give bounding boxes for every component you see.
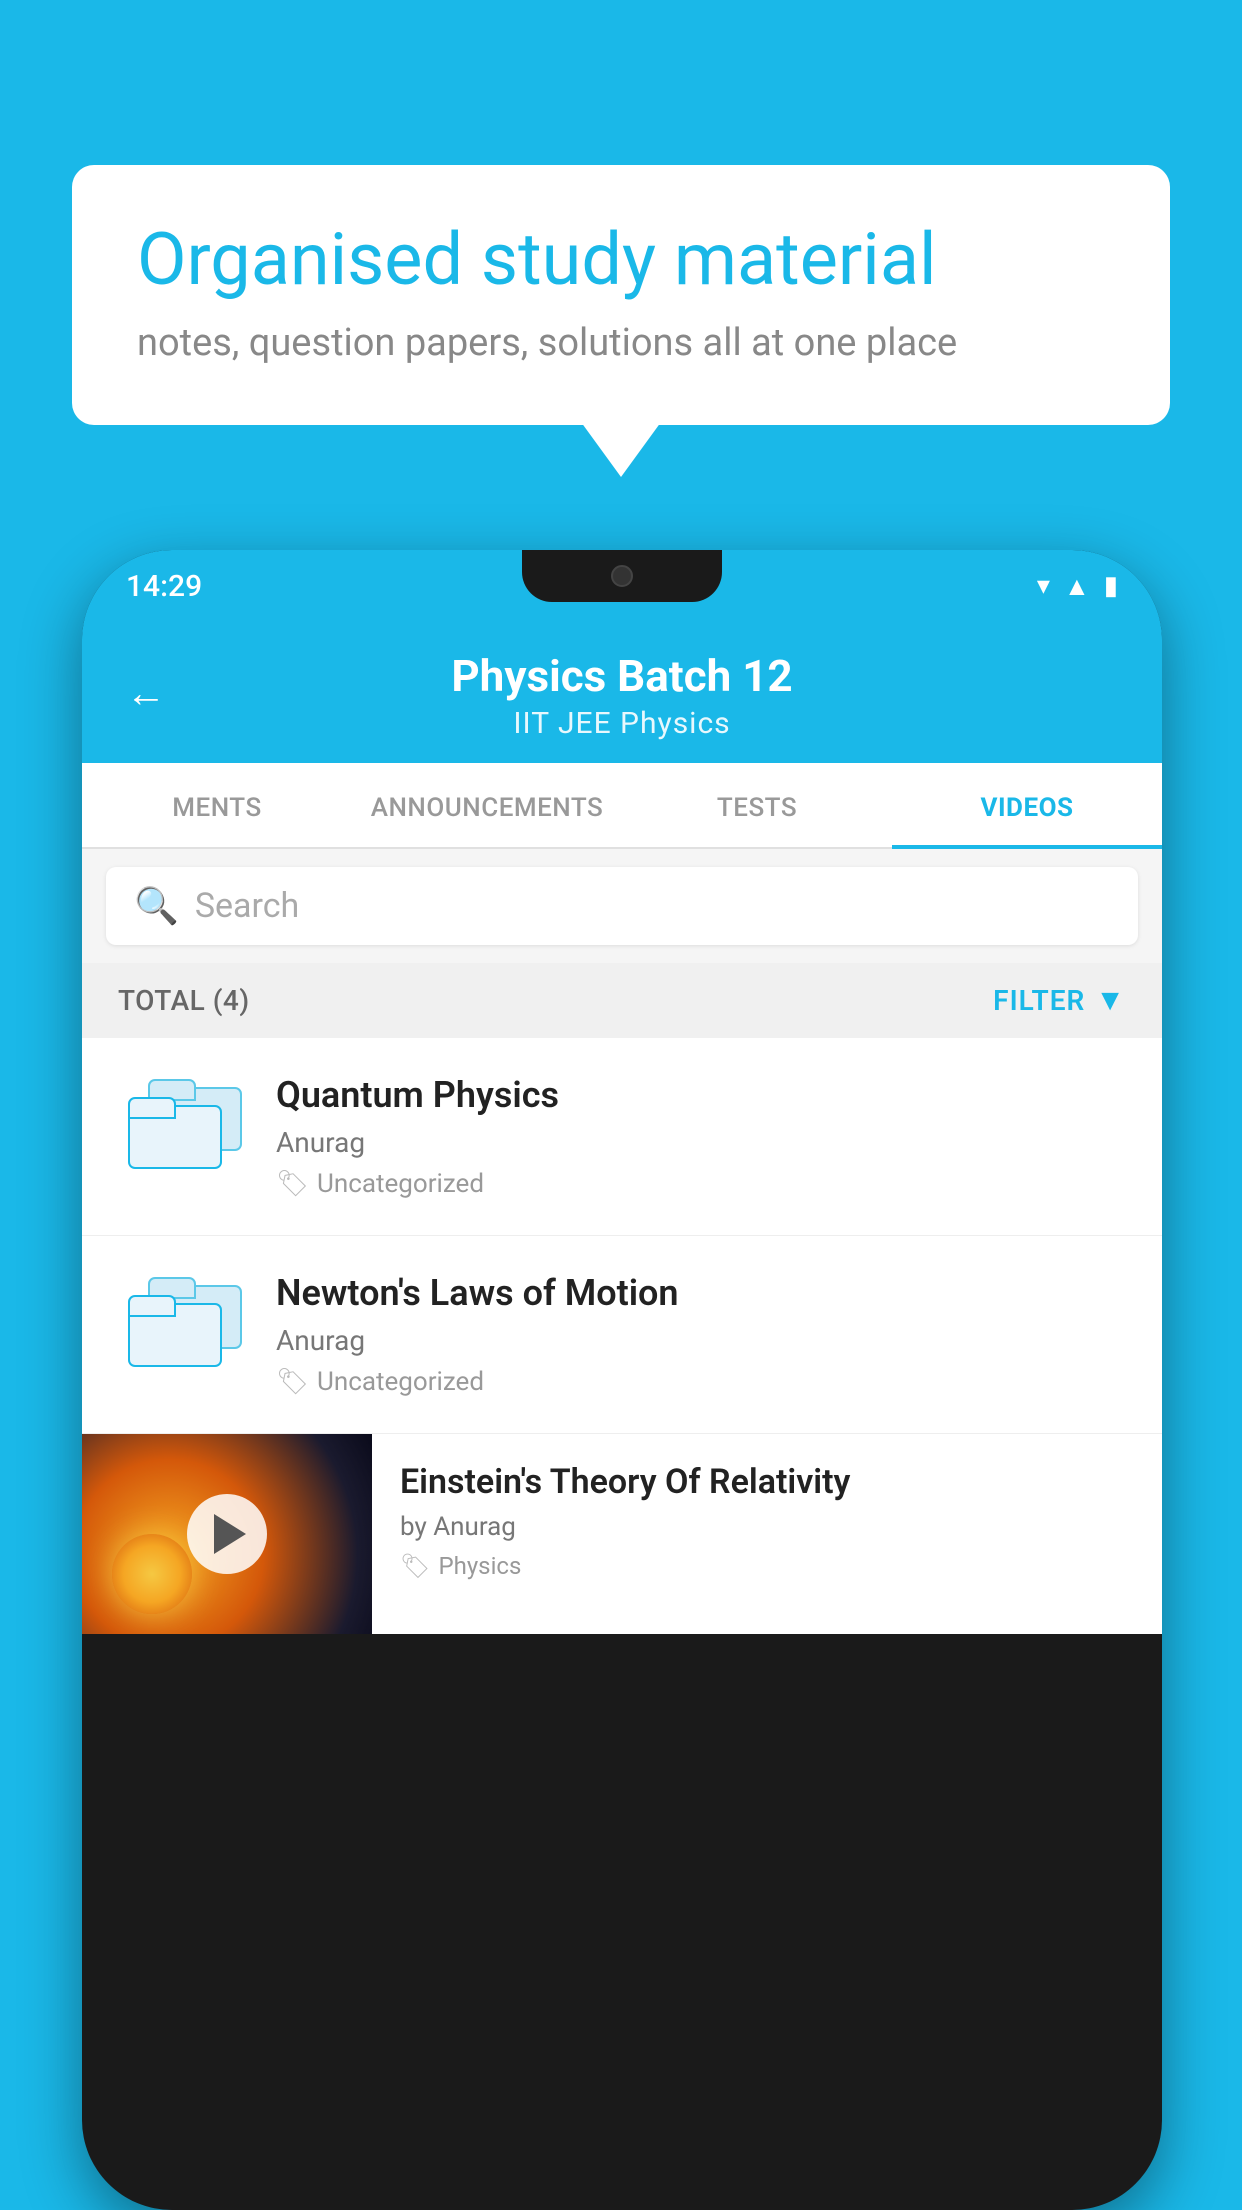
header-subtitle: IIT JEE Physics	[513, 706, 730, 741]
video-title-1: Quantum Physics	[276, 1074, 1126, 1116]
speech-bubble: Organised study material notes, question…	[72, 165, 1170, 425]
tag-icon-3: 🏷	[400, 1552, 430, 1580]
tab-announcements[interactable]: ANNOUNCEMENTS	[352, 763, 622, 847]
video-author-3: by Anurag	[400, 1512, 1134, 1542]
tab-tests[interactable]: TESTS	[622, 763, 892, 847]
video-info-3: Einstein's Theory Of Relativity by Anura…	[372, 1434, 1162, 1600]
filter-label: FILTER	[993, 984, 1085, 1017]
search-container: 🔍 Search	[82, 849, 1162, 963]
folder-stack-icon-2	[128, 1277, 238, 1367]
video-info-1: Quantum Physics Anurag 🏷 Uncategorized	[276, 1074, 1126, 1199]
folder-thumbnail-2	[118, 1272, 248, 1372]
battery-icon: ▮	[1104, 571, 1118, 601]
filter-button[interactable]: FILTER ▼	[993, 983, 1126, 1018]
folder-front-icon	[128, 1097, 218, 1169]
video-info-2: Newton's Laws of Motion Anurag 🏷 Uncateg…	[276, 1272, 1126, 1397]
video-author-2: Anurag	[276, 1324, 1126, 1357]
folder-stack-icon	[128, 1079, 238, 1169]
filter-bar: TOTAL (4) FILTER ▼	[82, 963, 1162, 1038]
folder-thumbnail-1	[118, 1074, 248, 1174]
tab-ments[interactable]: MENTS	[82, 763, 352, 847]
list-item[interactable]: Quantum Physics Anurag 🏷 Uncategorized	[82, 1038, 1162, 1236]
app-header: ← Physics Batch 12 IIT JEE Physics	[82, 622, 1162, 763]
list-item[interactable]: Einstein's Theory Of Relativity by Anura…	[82, 1434, 1162, 1634]
video-thumbnail-3	[82, 1434, 372, 1634]
tab-videos[interactable]: VIDEOS	[892, 763, 1162, 847]
video-tag-2: 🏷 Uncategorized	[276, 1367, 1126, 1397]
camera-dot	[611, 565, 633, 587]
list-item[interactable]: Newton's Laws of Motion Anurag 🏷 Uncateg…	[82, 1236, 1162, 1434]
signal-icon: ▲	[1064, 571, 1090, 602]
bubble-subtitle: notes, question papers, solutions all at…	[137, 321, 1105, 365]
video-tag-3: 🏷 Physics	[400, 1552, 1134, 1580]
status-bar: 14:29 ▾ ▲ ▮	[82, 550, 1162, 622]
search-bar[interactable]: 🔍 Search	[106, 867, 1138, 945]
speech-bubble-container: Organised study material notes, question…	[72, 165, 1170, 425]
wifi-icon: ▾	[1037, 571, 1050, 601]
header-title: Physics Batch 12	[451, 650, 792, 702]
play-button[interactable]	[187, 1494, 267, 1574]
video-title-3: Einstein's Theory Of Relativity	[400, 1462, 1134, 1502]
video-tag-1: 🏷 Uncategorized	[276, 1169, 1126, 1199]
video-list: Quantum Physics Anurag 🏷 Uncategorized N…	[82, 1038, 1162, 1634]
tag-icon-2: 🏷	[276, 1367, 309, 1397]
phone-frame: 14:29 ▾ ▲ ▮ ← Physics Batch 12 IIT JEE P…	[82, 550, 1162, 2210]
tag-icon-1: 🏷	[276, 1169, 309, 1199]
filter-icon: ▼	[1095, 983, 1126, 1018]
bubble-title: Organised study material	[137, 220, 1105, 299]
status-time: 14:29	[126, 569, 202, 604]
back-button[interactable]: ←	[126, 669, 166, 716]
notch	[522, 550, 722, 602]
search-input[interactable]: Search	[195, 886, 299, 926]
folder-front-icon-2	[128, 1295, 218, 1367]
video-title-2: Newton's Laws of Motion	[276, 1272, 1126, 1314]
search-icon: 🔍	[134, 885, 179, 927]
play-icon	[214, 1514, 246, 1554]
tab-bar: MENTS ANNOUNCEMENTS TESTS VIDEOS	[82, 763, 1162, 849]
status-icons: ▾ ▲ ▮	[1037, 571, 1118, 602]
total-count: TOTAL (4)	[118, 984, 250, 1017]
video-author-1: Anurag	[276, 1126, 1126, 1159]
